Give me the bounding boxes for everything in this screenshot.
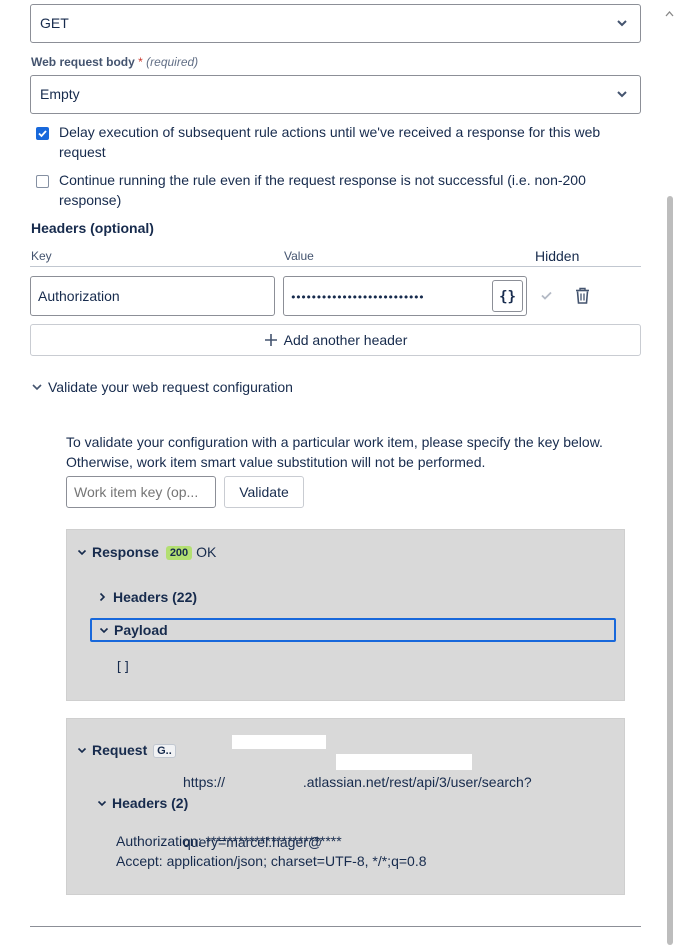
redaction-box (232, 735, 326, 749)
response-toggle[interactable]: Response 200 OK (77, 544, 216, 560)
validate-toggle-label: Validate your web request configuration (48, 379, 293, 395)
payload-label: Payload (114, 622, 168, 638)
header-key-value: Authorization (38, 288, 120, 304)
chevron-down-icon (97, 800, 107, 807)
add-header-label: Add another header (283, 332, 408, 348)
plus-icon (264, 334, 277, 346)
trash-icon[interactable] (575, 287, 590, 304)
hidden-check-icon[interactable] (540, 290, 553, 301)
body-field-label: Web request body * (required) (31, 55, 199, 69)
chevron-down-icon (32, 384, 42, 391)
request-label: Request (92, 742, 148, 758)
continue-checkbox[interactable] (36, 175, 49, 188)
header-value-input[interactable]: •••••••••••••••••••••••••• (283, 276, 527, 316)
response-headers-toggle[interactable]: Headers (22) (99, 589, 197, 605)
headers-section-title: Headers (optional) (31, 220, 154, 236)
status-badge: 200 (165, 546, 193, 560)
chevron-down-icon (77, 549, 87, 556)
body-select[interactable]: Empty (30, 75, 641, 114)
method-select-value: GET (40, 15, 69, 31)
scroll-up-arrow-icon[interactable] (665, 10, 674, 18)
header-key-input[interactable]: Authorization (30, 276, 275, 316)
validate-button-label: Validate (239, 484, 289, 500)
payload-value: [] (115, 660, 131, 675)
header-value-masked: •••••••••••••••••••••••••• (290, 291, 425, 304)
body-select-value: Empty (40, 86, 80, 102)
work-item-key-input[interactable] (66, 476, 216, 508)
payload-toggle[interactable]: Payload (90, 618, 616, 642)
chevron-down-icon (617, 20, 627, 27)
delay-checkbox-label: Delay execution of subsequent rule actio… (59, 124, 601, 160)
request-url-line1: https:// .atlassian.net/rest/api/3/user/… (183, 774, 532, 790)
validate-description: To validate your configuration with a pa… (66, 434, 603, 470)
request-headers-toggle[interactable]: Headers (2) (97, 795, 188, 811)
chevron-down-icon (77, 747, 87, 754)
response-panel: Response 200 OK Headers (22) Payload [] (66, 529, 625, 701)
checkbox-checked-icon (38, 130, 47, 138)
chevron-right-icon (99, 592, 106, 602)
add-header-button[interactable]: Add another header (30, 324, 641, 356)
chevron-down-icon (617, 91, 627, 98)
headers-col-value: Value (284, 249, 314, 263)
smart-value-button[interactable]: {} (492, 280, 523, 312)
scrollbar-thumb[interactable] (667, 196, 673, 945)
validate-toggle[interactable]: Validate your web request configuration (31, 379, 293, 395)
delay-checkbox[interactable] (36, 127, 49, 140)
chevron-down-icon (99, 627, 109, 634)
request-toggle[interactable]: Request G.. (77, 742, 176, 758)
request-headers-label: Headers (2) (112, 795, 189, 811)
request-header-line: Authorization: ************************* (116, 833, 342, 849)
braces-icon: {} (499, 289, 516, 305)
request-header-lines: Authorization: *************************… (116, 831, 427, 871)
response-headers-label: Headers (22) (113, 589, 198, 605)
headers-col-hidden: Hidden (535, 248, 580, 264)
headers-divider (30, 266, 641, 267)
request-panel: Request G.. https:// .atlassian.net/rest… (66, 718, 625, 895)
bottom-divider (30, 926, 641, 927)
method-select[interactable]: GET (30, 4, 641, 43)
method-badge: G.. (153, 744, 176, 758)
status-text: OK (196, 544, 217, 560)
request-header-line: Accept: application/json; charset=UTF-8,… (116, 853, 427, 869)
redaction-box (336, 754, 472, 770)
continue-checkbox-label: Continue running the rule even if the re… (59, 172, 586, 208)
validate-button[interactable]: Validate (224, 476, 304, 508)
response-label: Response (92, 544, 159, 560)
headers-col-key: Key (31, 249, 52, 263)
